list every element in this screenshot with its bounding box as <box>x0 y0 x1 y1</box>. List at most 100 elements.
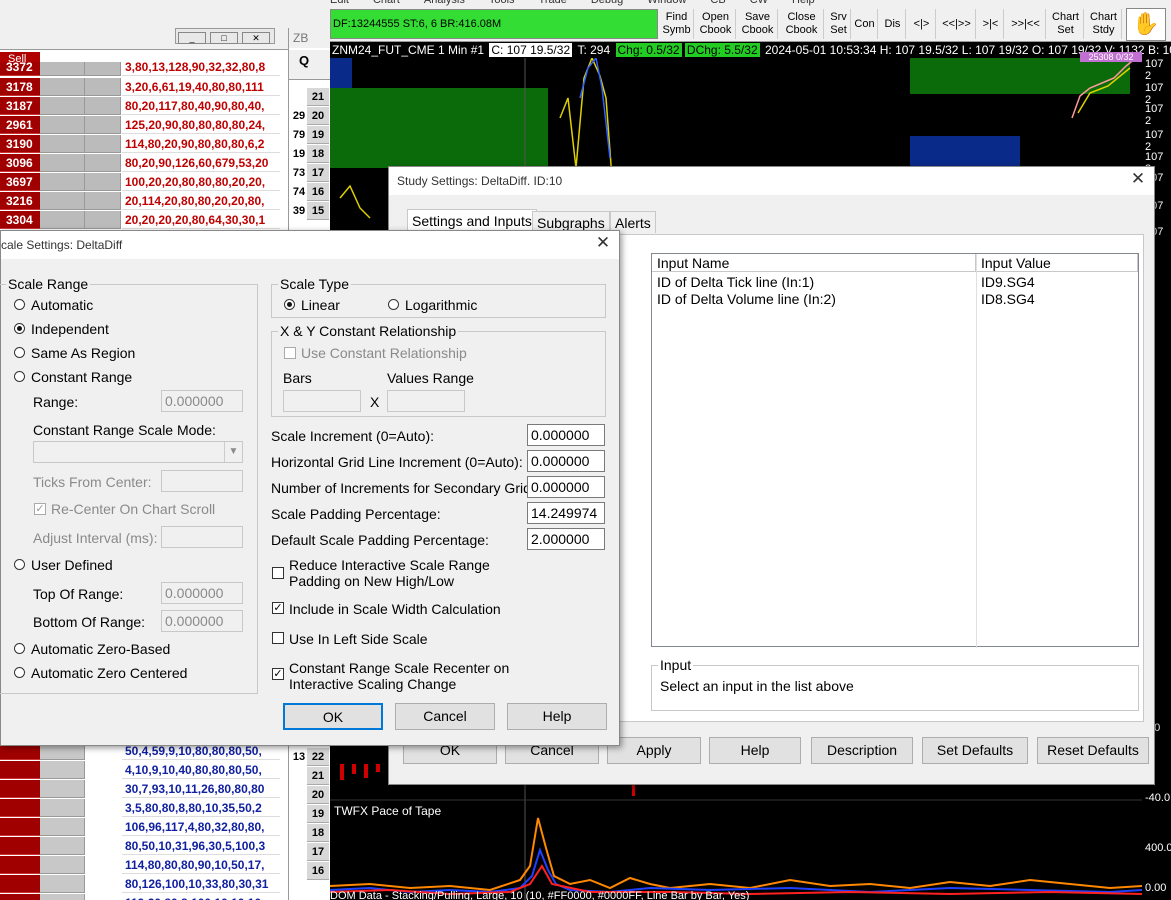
radio-user-defined[interactable] <box>14 559 25 570</box>
bars-field[interactable] <box>283 390 361 412</box>
table-row[interactable]: 4,10,9,10,40,80,80,80,50, <box>0 761 280 779</box>
logarithmic-label[interactable]: Logarithmic <box>405 297 477 313</box>
radio-independent[interactable] <box>14 323 25 334</box>
restore-icon[interactable]: □ <box>210 32 238 44</box>
close-icon[interactable]: ✕ <box>242 32 270 44</box>
study-help-button[interactable]: Help <box>709 737 801 764</box>
zb-row[interactable]: 20 <box>289 786 330 804</box>
input-value-cell[interactable]: ID8.SG4 <box>976 291 1035 308</box>
table-row[interactable]: 3697 100,20,20,80,80,80,20,20, <box>0 173 280 191</box>
close-icon[interactable]: ✕ <box>591 233 615 255</box>
automatic-zero-centered-label[interactable]: Automatic Zero Centered <box>31 665 187 681</box>
table-row[interactable]: 30,7,93,10,11,26,80,80,80 <box>0 780 280 798</box>
constant-range-label[interactable]: Constant Range <box>31 369 132 385</box>
top-of-range-field[interactable]: 0.000000 <box>161 582 243 604</box>
use-constant-relationship-checkbox[interactable] <box>284 347 296 359</box>
recenter-interactive-checkbox[interactable]: ✓ <box>272 668 284 680</box>
scale-padding-field[interactable]: 14.249974 <box>527 502 605 524</box>
linear-label[interactable]: Linear <box>301 297 340 313</box>
menu-item[interactable]: Debug <box>591 0 623 6</box>
table-row[interactable]: 80,126,100,10,33,80,30,31 <box>0 875 280 893</box>
zb-row[interactable]: 18 <box>289 824 330 842</box>
radio-linear[interactable] <box>284 299 295 310</box>
scale-increment-field[interactable]: 0.000000 <box>527 424 605 446</box>
scale-cancel-button[interactable]: Cancel <box>395 703 495 730</box>
zb-row[interactable]: 39 15 <box>289 202 330 220</box>
minimize-icon[interactable]: _ <box>178 32 206 44</box>
description-button[interactable]: Description <box>811 737 913 764</box>
table-row[interactable]: 3187 80,20,117,80,40,90,80,40, <box>0 97 280 115</box>
toolbar-button[interactable]: >>|<< <box>1006 9 1046 39</box>
secondary-grid-field[interactable]: 0.000000 <box>527 476 605 498</box>
ticks-from-center-field[interactable] <box>161 470 243 492</box>
constant-mode-select[interactable]: ▼ <box>33 441 243 463</box>
menu-item[interactable]: Help <box>792 0 815 6</box>
table-row[interactable]: 3216 20,114,20,80,80,20,20,80, <box>0 192 280 210</box>
adjust-interval-field[interactable] <box>161 526 243 548</box>
table-row[interactable]: 3304 20,20,20,20,80,64,30,30,1 <box>0 211 280 229</box>
reduce-interactive-range-checkbox[interactable] <box>272 567 284 579</box>
zb-row[interactable]: 19 <box>289 805 330 823</box>
scale-help-button[interactable]: Help <box>507 703 607 730</box>
input-name-cell[interactable]: ID of Delta Tick line (In:1) <box>652 274 814 291</box>
zb-row[interactable]: 79 19 <box>289 126 330 144</box>
toolbar-button[interactable]: Open Cbook <box>696 9 736 39</box>
table-row[interactable]: 3178 3,20,6,61,19,40,80,80,111 <box>0 78 280 96</box>
table-row[interactable]: 80,50,10,31,96,30,5,100,3 <box>0 837 280 855</box>
menu-item[interactable]: Analysis <box>424 0 465 6</box>
menu-item[interactable]: Tools <box>489 0 515 6</box>
menu-item[interactable]: CB <box>710 0 725 6</box>
independent-label[interactable]: Independent <box>31 321 109 337</box>
user-defined-label[interactable]: User Defined <box>31 557 113 573</box>
zb-row[interactable]: 29 20 <box>289 107 330 125</box>
zb-row[interactable]: 21 <box>289 88 330 106</box>
toolbar-button[interactable]: <|> <box>908 9 936 39</box>
set-defaults-button[interactable]: Set Defaults <box>922 737 1028 764</box>
radio-automatic[interactable] <box>14 299 25 310</box>
table-row[interactable]: 106,96,117,4,80,32,80,80, <box>0 818 280 836</box>
scale-ok-button[interactable]: OK <box>283 703 383 730</box>
table-row[interactable]: 3,5,80,80,8,80,10,35,50,2 <box>0 799 280 817</box>
menu-item[interactable]: Chart <box>373 0 400 6</box>
radio-same-as-region[interactable] <box>14 347 25 358</box>
zb-row[interactable]: 73 17 <box>289 164 330 182</box>
zb-row[interactable]: 17 <box>289 843 330 861</box>
automatic-label[interactable]: Automatic <box>31 297 93 313</box>
menu-item[interactable]: Window <box>647 0 686 6</box>
grid-line-increment-field[interactable]: 0.000000 <box>527 450 605 472</box>
hand-cursor-tool-icon[interactable]: ✋ <box>1126 8 1166 41</box>
toolbar-button[interactable]: <<|>> <box>938 9 976 39</box>
apply-button[interactable]: Apply <box>607 737 701 764</box>
toolbar-button[interactable]: Save Cbook <box>738 9 778 39</box>
reset-defaults-button[interactable]: Reset Defaults <box>1037 737 1149 764</box>
menu-item[interactable]: Trade <box>539 0 567 6</box>
radio-logarithmic[interactable] <box>388 299 399 310</box>
radio-constant-range[interactable] <box>14 371 25 382</box>
zb-row[interactable]: 13 22 <box>289 748 330 766</box>
zb-row[interactable]: 74 16 <box>289 183 330 201</box>
left-side-scale-checkbox[interactable] <box>272 632 284 644</box>
values-range-field[interactable] <box>387 390 465 412</box>
table-row[interactable]: 3096 80,20,90,126,60,679,53,20 <box>0 154 280 172</box>
range-field[interactable]: 0.000000 <box>161 390 243 412</box>
input-value-cell[interactable]: ID9.SG4 <box>976 274 1035 291</box>
same-as-region-label[interactable]: Same As Region <box>31 345 135 361</box>
toolbar-button[interactable]: Srv Set <box>827 9 851 39</box>
close-icon[interactable]: ✕ <box>1126 169 1150 191</box>
bottom-of-range-field[interactable]: 0.000000 <box>161 610 243 632</box>
toolbar-button[interactable]: Dis <box>880 9 906 39</box>
include-scale-width-checkbox[interactable]: ✓ <box>272 602 284 614</box>
table-row[interactable]: 119,20,80,8,100,10,10,10, <box>0 894 280 900</box>
toolbar-button[interactable]: Con <box>852 9 878 39</box>
table-row[interactable]: 3190 114,80,20,90,80,80,80,6,2 <box>0 135 280 153</box>
recenter-checkbox[interactable]: ✓ <box>34 503 46 515</box>
menu-item[interactable]: CW <box>750 0 768 6</box>
zb-row[interactable]: 19 18 <box>289 145 330 163</box>
menu-item[interactable]: Edit <box>330 0 349 6</box>
input-name-cell[interactable]: ID of Delta Volume line (In:2) <box>652 291 836 308</box>
toolbar-button[interactable]: Chart Set <box>1048 9 1084 39</box>
radio-automatic-zero-centered[interactable] <box>14 667 25 678</box>
input-value-header[interactable]: Input Value <box>976 254 1138 272</box>
radio-automatic-zero-based[interactable] <box>14 643 25 654</box>
toolbar-button[interactable]: >|< <box>978 9 1004 39</box>
